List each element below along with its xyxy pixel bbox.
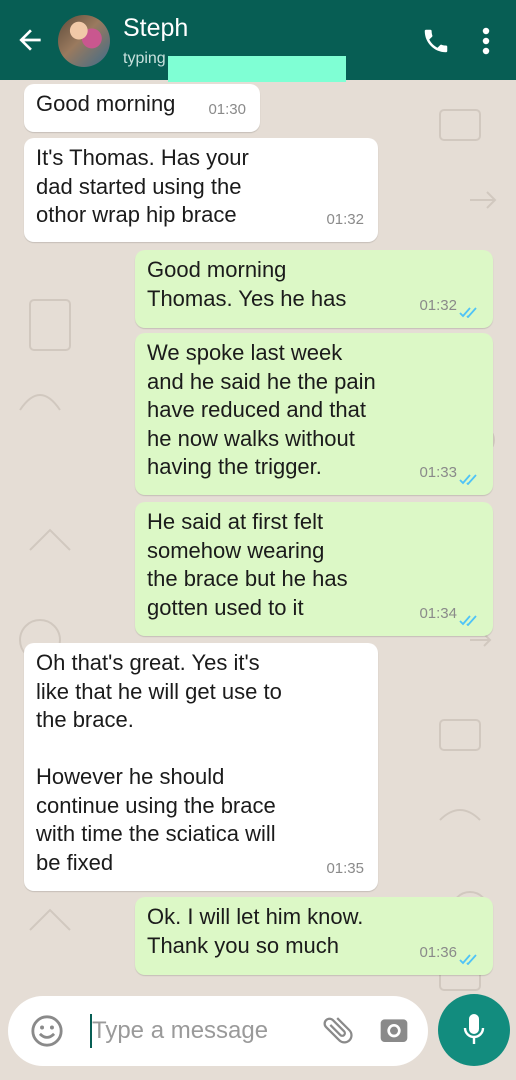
message-bubble-incoming[interactable]: Good morning 01:30 [24, 84, 260, 132]
message-bubble-incoming[interactable]: It's Thomas. Has your dad started using … [24, 138, 378, 242]
more-vert-icon[interactable] [478, 26, 494, 56]
message-text: Oh that's great. Yes it's like that he w… [36, 650, 282, 875]
message-bubble-outgoing[interactable]: He said at first felt somehow wearing th… [135, 502, 493, 636]
message-time: 01:34 [419, 604, 457, 622]
message-time: 01:32 [326, 210, 364, 228]
message-bubble-outgoing[interactable]: Good morning Thomas. Yes he has 01:32 [135, 250, 493, 328]
message-time: 01:33 [419, 463, 457, 481]
message-bubble-outgoing[interactable]: We spoke last week and he said he the pa… [135, 333, 493, 495]
read-ticks-icon [459, 954, 477, 965]
message-time: 01:35 [326, 859, 364, 877]
microphone-icon [463, 1014, 485, 1044]
message-input[interactable] [92, 1008, 312, 1054]
redaction-box [168, 56, 346, 82]
message-bubble-incoming[interactable]: Oh that's great. Yes it's like that he w… [24, 643, 378, 891]
read-ticks-icon [459, 615, 477, 626]
message-text: It's Thomas. Has your dad started using … [36, 145, 249, 227]
message-time: 01:32 [419, 296, 457, 314]
phone-icon[interactable] [421, 26, 451, 56]
camera-icon[interactable] [378, 1014, 410, 1046]
message-composer [8, 996, 428, 1066]
chat-header: Steph typing [0, 0, 516, 82]
paperclip-icon[interactable] [320, 1012, 356, 1048]
read-ticks-icon [459, 307, 477, 318]
contact-status: typing [123, 50, 166, 67]
avatar[interactable] [58, 15, 110, 67]
contact-name[interactable]: Steph [123, 14, 188, 43]
message-bubble-outgoing[interactable]: Ok. I will let him know. Thank you so mu… [135, 897, 493, 975]
message-time: 01:30 [208, 100, 246, 118]
arrow-left-icon[interactable] [14, 24, 46, 56]
emoji-icon[interactable] [30, 1014, 64, 1048]
mic-button[interactable] [438, 994, 510, 1066]
read-ticks-icon [459, 474, 477, 485]
message-time: 01:36 [419, 943, 457, 961]
